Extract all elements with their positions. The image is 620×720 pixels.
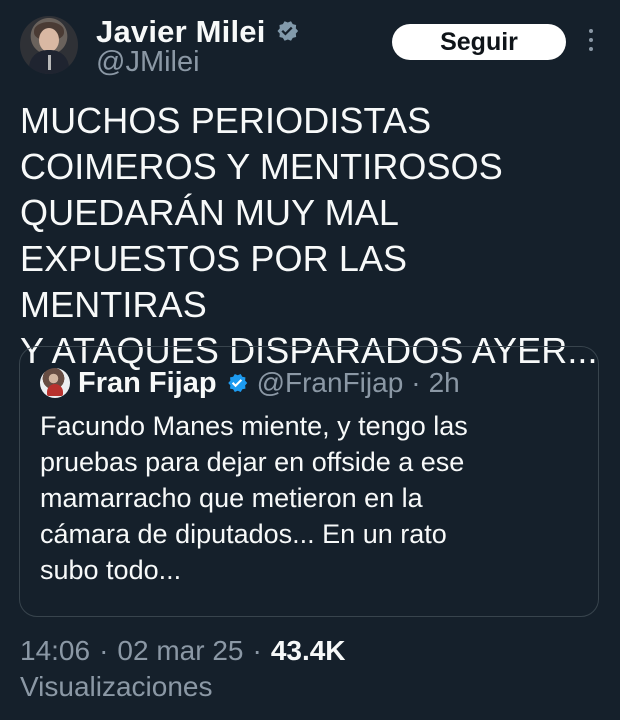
avatar-face-shape bbox=[39, 28, 59, 52]
follow-button[interactable]: Seguir bbox=[392, 24, 566, 60]
tweet-header: Javier Milei @JMilei Seguir bbox=[20, 16, 600, 80]
more-dot bbox=[589, 47, 593, 51]
tweet-text: MUCHOS PERIODISTAS COIMEROS Y MENTIROSOS… bbox=[20, 100, 598, 371]
author-handle[interactable]: @JMilei bbox=[96, 48, 300, 77]
views-count[interactable]: 43.4K bbox=[271, 633, 346, 669]
quoted-tweet-time[interactable]: 2h bbox=[429, 369, 460, 397]
more-dot bbox=[589, 38, 593, 42]
views-label: Visualizaciones bbox=[20, 671, 213, 702]
tweet-meta-line: 14:06 · 02 mar 25 · 43.4K bbox=[20, 633, 600, 669]
quoted-time-separator: · bbox=[411, 367, 421, 398]
quoted-author-handle[interactable]: @FranFijap bbox=[257, 369, 404, 397]
tweet-date[interactable]: 02 mar 25 bbox=[117, 633, 243, 669]
author-info[interactable]: Javier Milei @JMilei bbox=[96, 16, 300, 77]
quoted-author-name[interactable]: Fran Fijap bbox=[78, 368, 217, 398]
verified-badge-icon bbox=[277, 21, 298, 41]
meta-separator: · bbox=[252, 635, 262, 666]
avatar-tie-shape bbox=[48, 55, 51, 70]
verified-badge-icon bbox=[227, 373, 247, 393]
meta-separator: · bbox=[99, 635, 109, 666]
author-avatar[interactable] bbox=[20, 16, 78, 74]
quoted-tweet-header: Fran Fijap @FranFijap · 2h bbox=[40, 366, 460, 400]
author-name-row: Javier Milei bbox=[96, 16, 300, 47]
more-dot bbox=[589, 29, 593, 33]
quoted-tweet-card[interactable]: Fran Fijap @FranFijap · 2h Facundo Manes… bbox=[19, 346, 599, 617]
quoted-tweet-text: Facundo Manes miente, y tengo las prueba… bbox=[40, 411, 468, 585]
author-name[interactable]: Javier Milei bbox=[96, 16, 266, 47]
tweet-metadata: 14:06 · 02 mar 25 · 43.4K Visualizacione… bbox=[20, 633, 600, 705]
more-vertical-icon[interactable] bbox=[582, 27, 600, 53]
quoted-author-avatar[interactable] bbox=[40, 368, 70, 398]
tweet-time[interactable]: 14:06 bbox=[20, 633, 90, 669]
